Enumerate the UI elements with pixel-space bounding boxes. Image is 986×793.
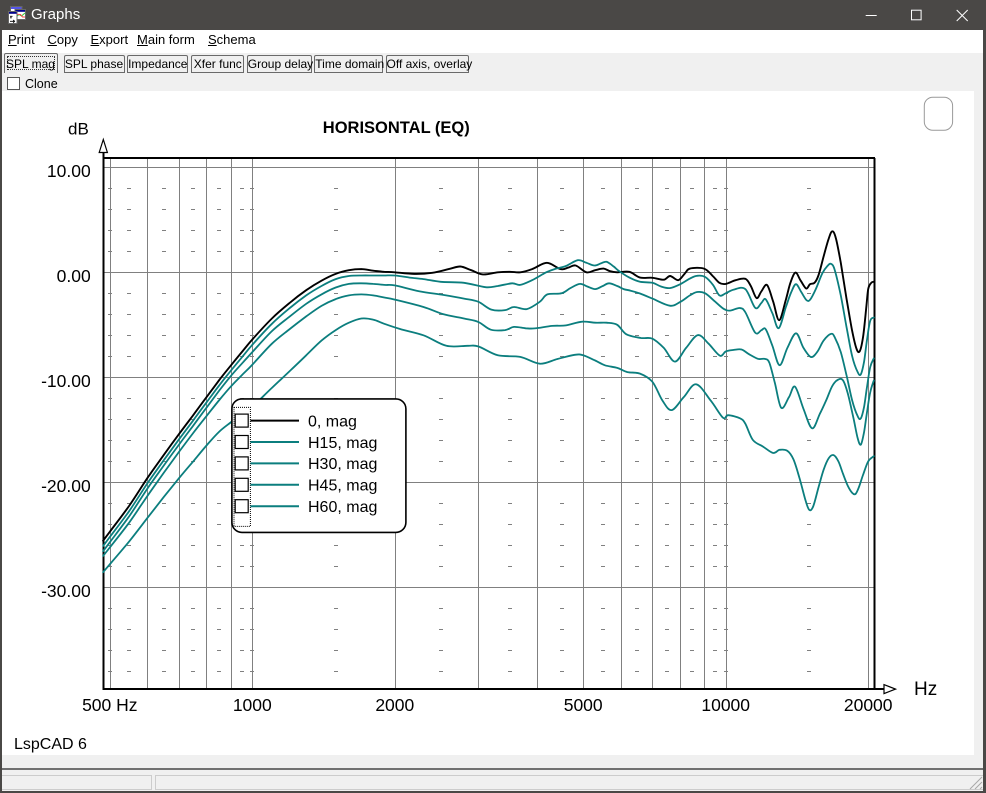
svg-text:HORISONTAL (EQ): HORISONTAL (EQ) bbox=[323, 119, 470, 137]
svg-text:dB: dB bbox=[68, 119, 89, 138]
svg-text:500 Hz: 500 Hz bbox=[82, 695, 137, 715]
svg-text:20000: 20000 bbox=[844, 695, 893, 715]
svg-text:H45, mag: H45, mag bbox=[308, 478, 377, 495]
svg-text:0, mag: 0, mag bbox=[308, 413, 357, 430]
svg-text:H30, mag: H30, mag bbox=[308, 456, 377, 473]
svg-text:10000: 10000 bbox=[701, 695, 750, 715]
svg-text:H15, mag: H15, mag bbox=[308, 435, 377, 452]
svg-text:-10.00: -10.00 bbox=[41, 371, 91, 391]
svg-text:Hz: Hz bbox=[914, 679, 937, 700]
svg-text:1000: 1000 bbox=[233, 695, 272, 715]
svg-text:2000: 2000 bbox=[375, 695, 414, 715]
svg-text:0.00: 0.00 bbox=[57, 266, 91, 286]
svg-text:-20.00: -20.00 bbox=[41, 476, 91, 496]
svg-text:10.00: 10.00 bbox=[47, 161, 91, 181]
svg-text:H60, mag: H60, mag bbox=[308, 499, 377, 516]
svg-text:LspCAD 6: LspCAD 6 bbox=[14, 736, 87, 753]
svg-text:5000: 5000 bbox=[564, 695, 603, 715]
svg-text:-30.00: -30.00 bbox=[41, 581, 91, 601]
